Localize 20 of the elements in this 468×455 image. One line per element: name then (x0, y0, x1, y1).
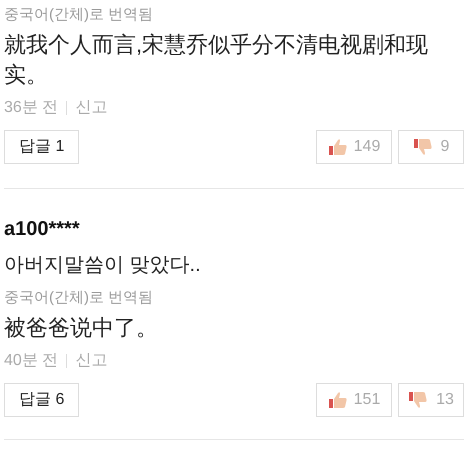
timestamp: 40분 전 (4, 351, 58, 371)
dislike-button[interactable]: 13 (398, 383, 464, 417)
thumbs-down-icon (412, 138, 433, 156)
report-link[interactable]: 신고 (75, 349, 108, 373)
comment-text: 아버지말씀이 맞았다.. (4, 253, 202, 278)
timestamp: 36분 전 (4, 98, 58, 118)
reply-button[interactable]: 답글 6 (4, 383, 80, 417)
translated-text: 就我个人而言,宋慧乔似乎分不清电视剧和现实。 (4, 31, 430, 89)
dislike-button[interactable]: 9 (398, 130, 464, 164)
like-button[interactable]: 149 (316, 130, 392, 164)
reply-button[interactable]: 답글 1 (4, 130, 80, 164)
translated-text: 被爸爸说中了。 (4, 314, 159, 342)
thumbs-down-icon (408, 391, 428, 409)
translation-note: 중국어(간체)로 번역됨 (4, 288, 154, 308)
thumbs-up-icon (328, 138, 348, 156)
thumbs-up-icon (328, 391, 348, 409)
author-name: a100**** (4, 217, 81, 242)
report-link[interactable]: 신고 (75, 96, 108, 120)
like-button[interactable]: 151 (316, 383, 392, 417)
translation-note: 중국어(간체)로 번역됨 (4, 5, 154, 25)
